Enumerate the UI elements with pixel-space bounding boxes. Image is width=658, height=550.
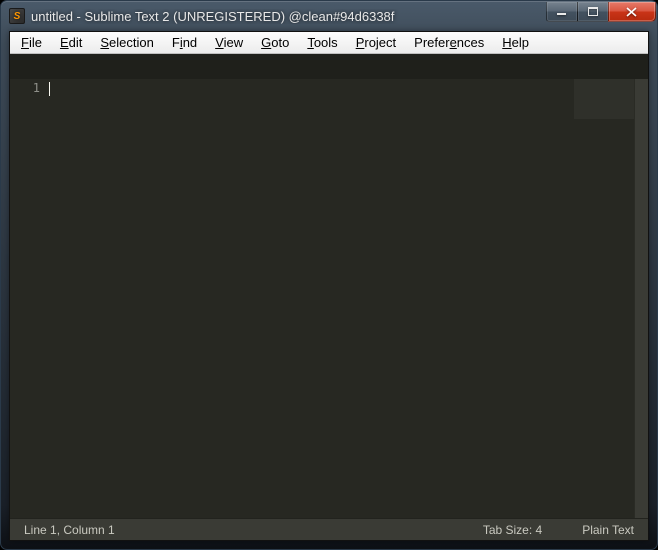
editor-area: 1 [10, 54, 648, 518]
menu-goto[interactable]: Goto [252, 33, 298, 52]
menu-preferences[interactable]: Preferences [405, 33, 493, 52]
menu-tools[interactable]: Tools [298, 33, 346, 52]
titlebar[interactable]: S untitled - Sublime Text 2 (UNREGISTERE… [1, 1, 657, 31]
menu-find[interactable]: Find [163, 33, 206, 52]
line-gutter: 1 [10, 79, 48, 518]
app-window: S untitled - Sublime Text 2 (UNREGISTERE… [0, 0, 658, 550]
status-tab-size[interactable]: Tab Size: 4 [483, 523, 542, 537]
status-position[interactable]: Line 1, Column 1 [24, 523, 443, 537]
window-controls [547, 2, 656, 22]
status-syntax[interactable]: Plain Text [582, 523, 634, 537]
statusbar: Line 1, Column 1 Tab Size: 4 Plain Text [10, 518, 648, 540]
tab-strip[interactable] [10, 54, 648, 79]
menu-project[interactable]: Project [347, 33, 405, 52]
vertical-scrollbar[interactable] [634, 79, 648, 518]
menu-help[interactable]: Help [493, 33, 538, 52]
menu-edit[interactable]: Edit [51, 33, 91, 52]
menu-selection[interactable]: Selection [91, 33, 162, 52]
minimize-button[interactable] [546, 2, 578, 22]
menubar: FileEditSelectionFindViewGotoToolsProjec… [10, 32, 648, 54]
text-cursor [49, 82, 50, 96]
window-title: untitled - Sublime Text 2 (UNREGISTERED)… [31, 9, 547, 24]
menu-file[interactable]: File [12, 33, 51, 52]
line-number: 1 [10, 81, 40, 95]
minimap[interactable] [574, 79, 634, 119]
client-area: FileEditSelectionFindViewGotoToolsProjec… [9, 31, 649, 541]
menu-view[interactable]: View [206, 33, 252, 52]
close-button[interactable] [608, 2, 656, 22]
app-icon: S [9, 8, 25, 24]
code-editor[interactable] [48, 79, 634, 518]
maximize-button[interactable] [577, 2, 609, 22]
